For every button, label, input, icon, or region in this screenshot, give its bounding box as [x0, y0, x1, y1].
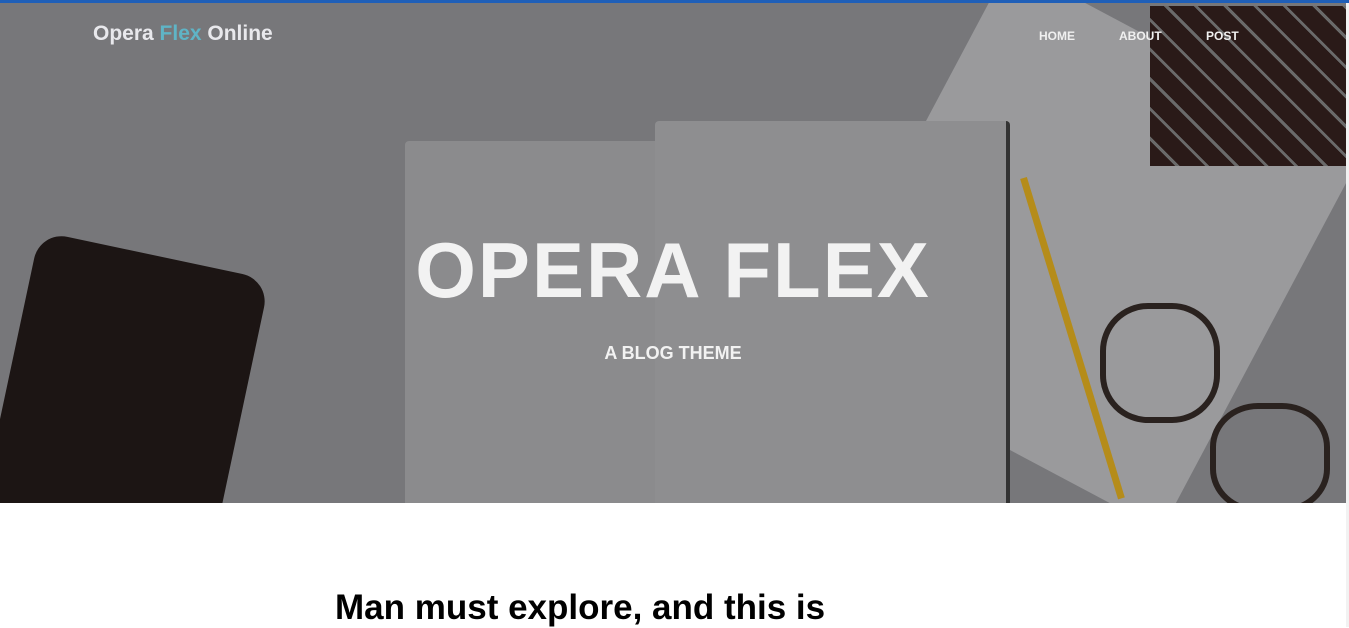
nav-about[interactable]: ABOUT: [1119, 29, 1162, 43]
logo-text: Opera: [93, 22, 160, 45]
logo-accent-text: Flex: [159, 22, 202, 45]
site-logo[interactable]: Opera Flex Online: [93, 22, 273, 46]
hero-subtitle: A BLOG THEME: [604, 343, 742, 363]
glasses-lens-image: [1210, 403, 1330, 503]
post-heading[interactable]: Man must explore, and this is: [335, 588, 825, 628]
nav-post[interactable]: POST: [1206, 29, 1239, 43]
hero-title: OPERA FLEX: [415, 226, 931, 314]
logo-text: Online: [201, 22, 273, 45]
keyboard-image: [1150, 6, 1346, 166]
nav-home[interactable]: HOME: [1039, 29, 1075, 43]
